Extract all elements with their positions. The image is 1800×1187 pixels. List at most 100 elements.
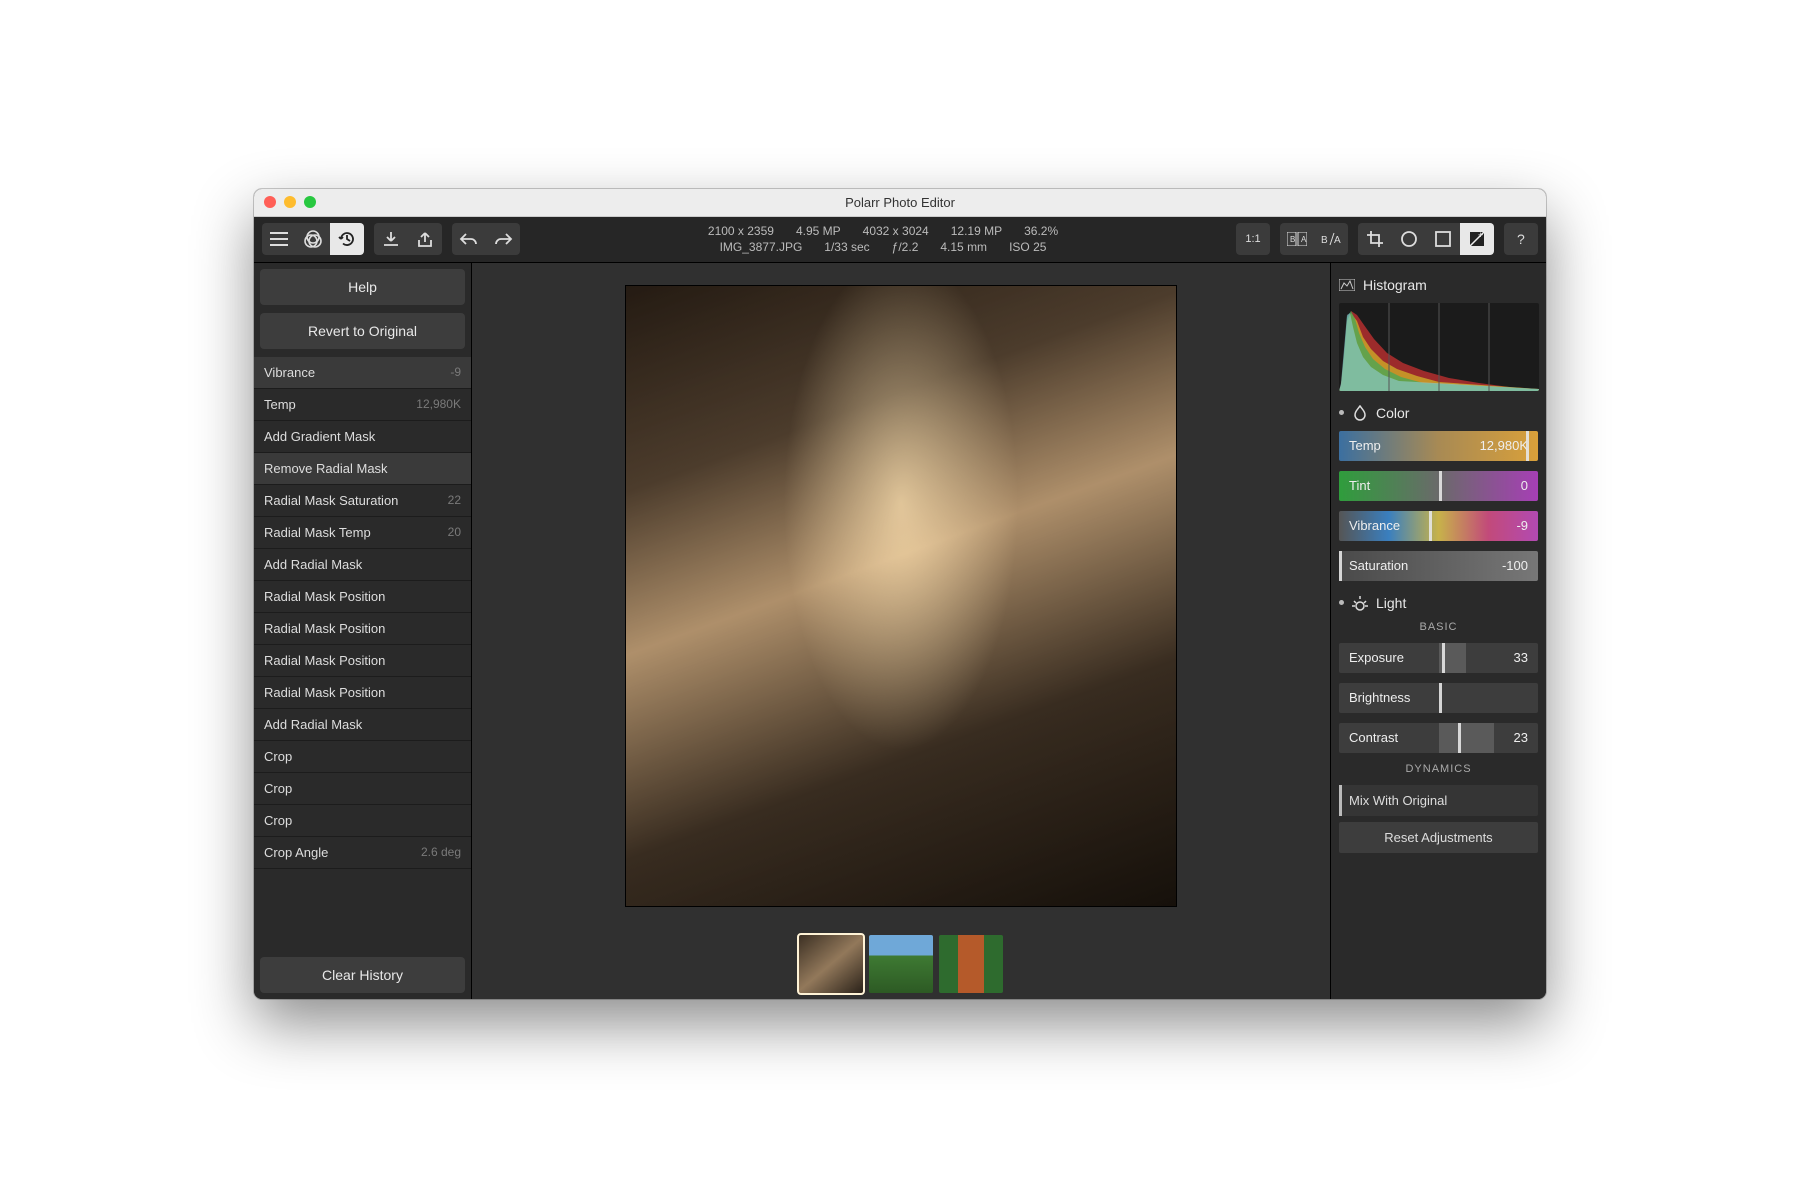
basic-sublabel: BASIC xyxy=(1339,621,1538,633)
fullscreen-window-button[interactable] xyxy=(304,196,316,208)
app-window: Polarr Photo Editor xyxy=(254,189,1546,999)
menu-button[interactable] xyxy=(262,223,296,255)
rect-icon xyxy=(1434,230,1452,248)
thumbnail-2[interactable] xyxy=(869,935,933,993)
history-item[interactable]: Add Gradient Mask xyxy=(254,421,471,453)
saturation-slider[interactable]: Saturation -100 xyxy=(1339,551,1538,581)
history-button[interactable] xyxy=(330,223,364,255)
exposure-slider-label: Exposure xyxy=(1349,650,1404,665)
light-header[interactable]: Light xyxy=(1339,595,1538,611)
history-list[interactable]: Vibrance-9Temp12,980KAdd Gradient MaskRe… xyxy=(254,357,471,949)
history-item[interactable]: Crop Angle2.6 deg xyxy=(254,837,471,869)
history-item[interactable]: Add Radial Mask xyxy=(254,709,471,741)
history-item-value: 20 xyxy=(448,525,461,539)
reset-adjustments-button[interactable]: Reset Adjustments xyxy=(1339,822,1538,853)
slider-handle[interactable] xyxy=(1339,551,1342,581)
adjust-icon: + xyxy=(1468,230,1486,248)
gradient-tool-button[interactable] xyxy=(1426,223,1460,255)
slider-handle[interactable] xyxy=(1442,643,1445,673)
overlapping-circles-icon xyxy=(303,229,323,249)
color-label: Color xyxy=(1376,405,1409,421)
history-item[interactable]: Radial Mask Position xyxy=(254,613,471,645)
aperture: ƒ/2.2 xyxy=(892,239,919,255)
exposure-slider-value: 33 xyxy=(1514,650,1528,665)
compare-slash-button[interactable]: BA xyxy=(1314,223,1348,255)
history-item[interactable]: Radial Mask Position xyxy=(254,677,471,709)
crop-tool-button[interactable] xyxy=(1358,223,1392,255)
hamburger-icon xyxy=(270,232,288,246)
canvas-area[interactable] xyxy=(472,263,1330,929)
vibrance-slider[interactable]: Vibrance -9 xyxy=(1339,511,1538,541)
redo-icon xyxy=(493,232,513,246)
help-panel-button[interactable]: Help xyxy=(260,269,465,305)
tint-slider-label: Tint xyxy=(1349,478,1370,493)
thumbnail-strip xyxy=(799,929,1003,999)
tint-slider[interactable]: Tint 0 xyxy=(1339,471,1538,501)
redo-button[interactable] xyxy=(486,223,520,255)
history-item-label: Add Radial Mask xyxy=(264,717,362,732)
history-item[interactable]: Radial Mask Position xyxy=(254,645,471,677)
history-item-label: Crop xyxy=(264,781,292,796)
download-icon xyxy=(382,230,400,248)
left-tool-group xyxy=(262,223,364,255)
contrast-slider-label: Contrast xyxy=(1349,730,1398,745)
photo-preview[interactable] xyxy=(626,286,1176,906)
histogram-header[interactable]: Histogram xyxy=(1339,277,1538,293)
color-header[interactable]: Color xyxy=(1339,405,1538,421)
history-item-label: Radial Mask Saturation xyxy=(264,493,398,508)
clear-history-button[interactable]: Clear History xyxy=(260,957,465,993)
history-item[interactable]: Radial Mask Position xyxy=(254,581,471,613)
exposure-slider[interactable]: Exposure 33 xyxy=(1339,643,1538,673)
window-title: Polarr Photo Editor xyxy=(845,195,955,210)
compare-split-button[interactable]: BA xyxy=(1280,223,1314,255)
history-item[interactable]: Remove Radial Mask xyxy=(254,453,471,485)
share-icon xyxy=(416,230,434,248)
io-tool-group xyxy=(374,223,442,255)
revert-button[interactable]: Revert to Original xyxy=(260,313,465,349)
zoom-1to1-button[interactable]: 1:1 xyxy=(1236,223,1270,255)
compare-slash-icon: BA xyxy=(1321,232,1341,246)
thumbnail-1[interactable] xyxy=(799,935,863,993)
brightness-slider[interactable]: Brightness xyxy=(1339,683,1538,713)
export-button[interactable] xyxy=(408,223,442,255)
undo-button[interactable] xyxy=(452,223,486,255)
contrast-slider[interactable]: Contrast 23 xyxy=(1339,723,1538,753)
orig-dimensions: 4032 x 3024 xyxy=(863,223,929,239)
tint-slider-value: 0 xyxy=(1521,478,1528,493)
slider-handle[interactable] xyxy=(1526,431,1529,461)
history-item-label: Crop xyxy=(264,813,292,828)
history-item[interactable]: Crop xyxy=(254,773,471,805)
history-item[interactable]: Add Radial Mask xyxy=(254,549,471,581)
close-window-button[interactable] xyxy=(264,196,276,208)
history-item[interactable]: Crop xyxy=(254,805,471,837)
right-tool-group: 1:1 BA BA + xyxy=(1236,223,1538,255)
temp-slider[interactable]: Temp 12,980K xyxy=(1339,431,1538,461)
contrast-slider-value: 23 xyxy=(1514,730,1528,745)
slider-handle[interactable] xyxy=(1458,723,1461,753)
slider-handle[interactable] xyxy=(1429,511,1432,541)
adjustments-tool-button[interactable]: + xyxy=(1460,223,1494,255)
history-item-label: Radial Mask Position xyxy=(264,621,385,636)
minimize-window-button[interactable] xyxy=(284,196,296,208)
history-item-label: Temp xyxy=(264,397,296,412)
radial-tool-button[interactable] xyxy=(1392,223,1426,255)
history-item[interactable]: Crop xyxy=(254,741,471,773)
svg-text:A: A xyxy=(1334,235,1341,246)
slider-handle[interactable] xyxy=(1439,471,1442,501)
thumbnail-3[interactable] xyxy=(939,935,1003,993)
history-item[interactable]: Vibrance-9 xyxy=(254,357,471,389)
zoom-level: 36.2% xyxy=(1024,223,1058,239)
history-item[interactable]: Radial Mask Temp20 xyxy=(254,517,471,549)
history-item[interactable]: Temp12,980K xyxy=(254,389,471,421)
canvas-panel xyxy=(472,263,1330,999)
adjust-tool-group: + xyxy=(1358,223,1494,255)
import-button[interactable] xyxy=(374,223,408,255)
slider-handle[interactable] xyxy=(1439,683,1442,713)
slider-fill xyxy=(1439,723,1495,753)
history-item[interactable]: Radial Mask Saturation22 xyxy=(254,485,471,517)
vibrance-slider-value: -9 xyxy=(1516,518,1528,533)
mix-with-original-button[interactable]: Mix With Original xyxy=(1339,785,1538,816)
edit-dimensions: 2100 x 2359 xyxy=(708,223,774,239)
help-button[interactable]: ? xyxy=(1504,223,1538,255)
filters-button[interactable] xyxy=(296,223,330,255)
